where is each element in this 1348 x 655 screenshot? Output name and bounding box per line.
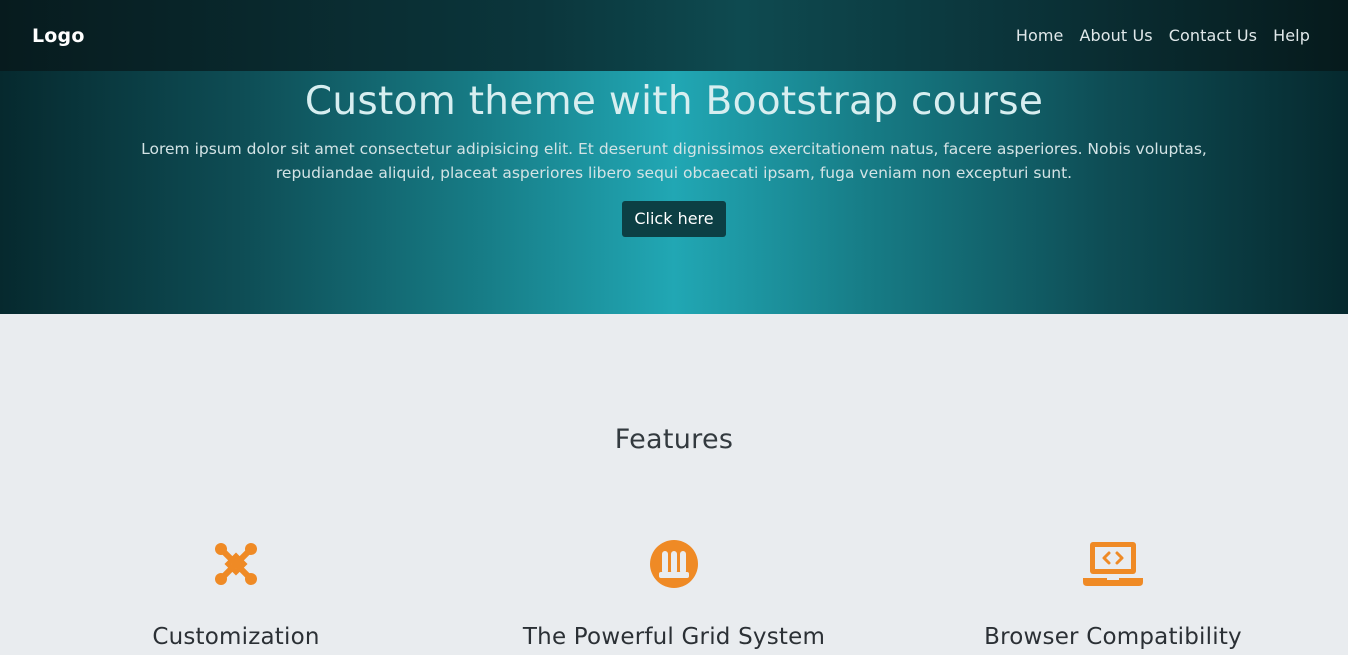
feature-browser-compatibility: Browser Compatibility [893, 538, 1333, 650]
nav-link-contact-us[interactable]: Contact Us [1169, 26, 1257, 45]
feature-title-customization: Customization [152, 624, 320, 650]
feature-grid-system: The Powerful Grid System [454, 538, 894, 650]
feature-title-grid-system: The Powerful Grid System [522, 624, 826, 650]
nav-link-about-us[interactable]: About Us [1079, 26, 1152, 45]
features-heading: Features [614, 424, 734, 455]
feature-title-browser-compatibility: Browser Compatibility [984, 624, 1242, 650]
hero-section: Custom theme with Bootstrap course Lorem… [0, 71, 1348, 314]
nav-link-help[interactable]: Help [1273, 26, 1310, 45]
grid-circle-icon [650, 540, 698, 588]
feature-customization: Customization [16, 538, 456, 650]
features-section: Features Customization The Powerful Grid… [0, 314, 1348, 655]
joomla-icon [215, 543, 257, 585]
nav-link-home[interactable]: Home [1016, 26, 1064, 45]
laptop-code-icon [1083, 542, 1143, 586]
hero-description: Lorem ipsum dolor sit amet consectetur a… [141, 140, 1207, 182]
brand-logo[interactable]: Logo [32, 25, 85, 47]
top-navbar: Logo Home About Us Contact Us Help [0, 0, 1348, 71]
nav-links: Home About Us Contact Us Help [1016, 26, 1310, 45]
hero-title: Custom theme with Bootstrap course [304, 79, 1044, 124]
click-here-button[interactable]: Click here [622, 201, 726, 237]
